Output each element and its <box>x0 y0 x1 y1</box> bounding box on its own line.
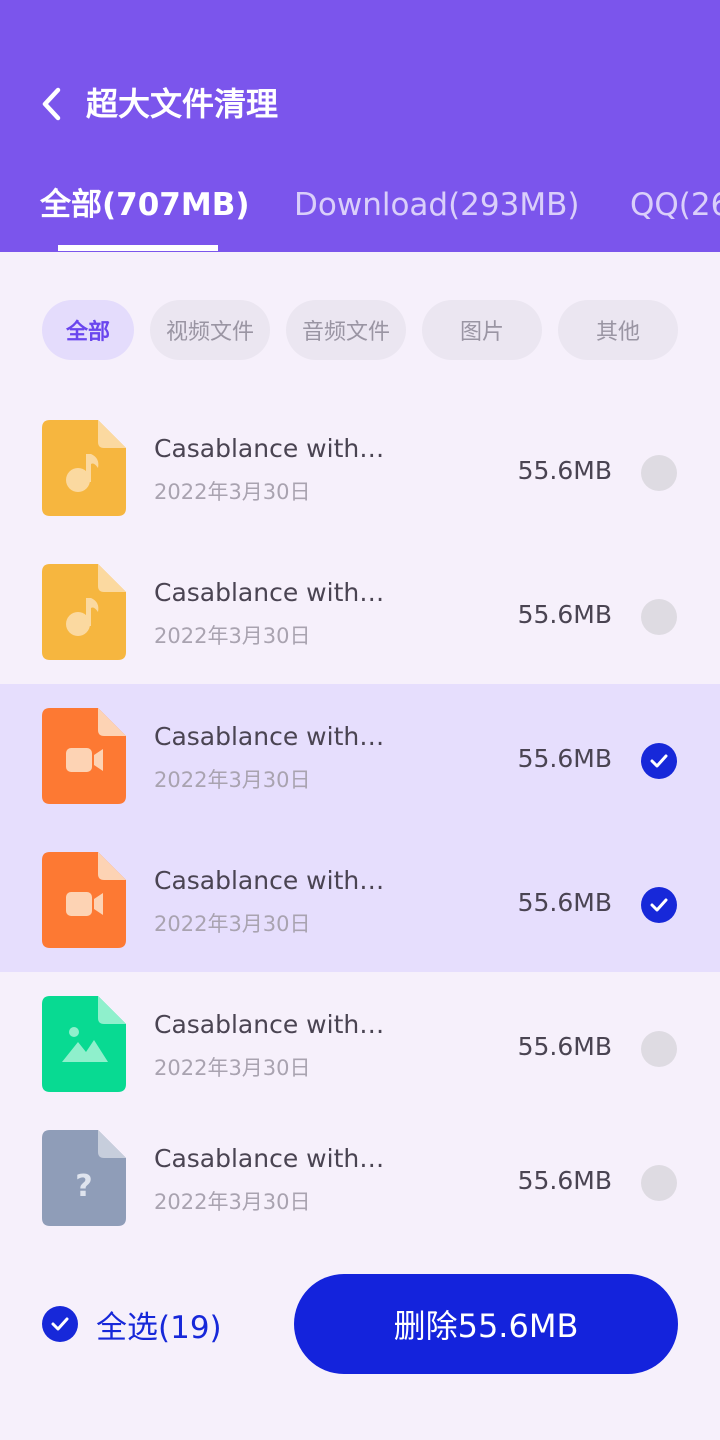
filter-chip-video[interactable]: 视频文件 <box>150 300 270 360</box>
file-checkbox[interactable] <box>641 599 677 635</box>
file-date: 2022年3月30日 <box>154 1056 311 1080</box>
checkmark-icon <box>51 1317 69 1331</box>
audio-file-icon <box>42 420 126 516</box>
tab-download[interactable]: Download(293MB) <box>294 176 579 234</box>
file-name: Casablance with… <box>154 1144 385 1173</box>
file-date: 2022年3月30日 <box>154 480 311 504</box>
file-name: Casablance with… <box>154 866 385 895</box>
file-size: 55.6MB <box>517 456 612 485</box>
page-title: 超大文件清理 <box>86 85 279 123</box>
file-checkbox[interactable] <box>641 887 677 923</box>
filter-chip-other[interactable]: 其他 <box>558 300 678 360</box>
video-file-icon <box>42 852 126 948</box>
file-row[interactable]: Casablance with… 2022年3月30日 55.6MB <box>0 540 720 684</box>
file-date: 2022年3月30日 <box>154 768 311 792</box>
file-date: 2022年3月30日 <box>154 1190 311 1214</box>
select-all-toggle[interactable]: 全选(19) <box>42 1300 222 1348</box>
back-button[interactable] <box>30 80 74 128</box>
select-all-label: 全选(19) <box>96 1309 222 1346</box>
checkmark-icon <box>650 754 668 768</box>
filter-chip-image[interactable]: 图片 <box>422 300 542 360</box>
file-size: 55.6MB <box>517 888 612 917</box>
file-size: 55.6MB <box>517 744 612 773</box>
file-date: 2022年3月30日 <box>154 624 311 648</box>
file-date: 2022年3月30日 <box>154 912 311 936</box>
file-row[interactable]: Casablance with… 2022年3月30日 55.6MB <box>0 396 720 540</box>
file-row[interactable]: Casablance with… 2022年3月30日 55.6MB <box>0 684 720 828</box>
app-header: 超大文件清理 全部(707MB) Download(293MB) QQ(26 <box>0 0 720 252</box>
tab-qq[interactable]: QQ(26 <box>630 176 720 234</box>
video-file-icon <box>42 708 126 804</box>
filter-chip-audio[interactable]: 音频文件 <box>286 300 406 360</box>
delete-button[interactable]: 删除55.6MB <box>294 1274 678 1374</box>
file-name: Casablance with… <box>154 1010 385 1039</box>
folder-tabs: 全部(707MB) Download(293MB) QQ(26 <box>0 176 720 252</box>
file-list: Casablance with… 2022年3月30日 55.6MB Casab… <box>0 396 720 1250</box>
select-all-check <box>42 1306 78 1342</box>
tab-all[interactable]: 全部(707MB) <box>40 176 250 234</box>
file-name: Casablance with… <box>154 722 385 751</box>
audio-file-icon <box>42 564 126 660</box>
active-tab-indicator <box>58 245 218 251</box>
bottom-action-bar: 全选(19) 删除55.6MB <box>0 1274 720 1374</box>
filter-chip-all[interactable]: 全部 <box>42 300 134 360</box>
file-size: 55.6MB <box>517 600 612 629</box>
checkmark-icon <box>650 898 668 912</box>
file-checkbox[interactable] <box>641 1031 677 1067</box>
file-row[interactable]: ? Casablance with… 2022年3月30日 55.6MB <box>0 1116 720 1250</box>
svg-text:?: ? <box>75 1169 92 1204</box>
file-checkbox[interactable] <box>641 455 677 491</box>
file-size: 55.6MB <box>517 1166 612 1195</box>
chevron-left-icon <box>42 87 61 121</box>
file-name: Casablance with… <box>154 434 385 463</box>
image-file-icon <box>42 996 126 1092</box>
file-size: 55.6MB <box>517 1032 612 1061</box>
file-name: Casablance with… <box>154 578 385 607</box>
file-checkbox[interactable] <box>641 743 677 779</box>
file-row[interactable]: Casablance with… 2022年3月30日 55.6MB <box>0 828 720 972</box>
file-checkbox[interactable] <box>641 1165 677 1201</box>
unknown-file-icon: ? <box>42 1130 126 1226</box>
file-row[interactable]: Casablance with… 2022年3月30日 55.6MB <box>0 972 720 1116</box>
filter-chips: 全部 视频文件 音频文件 图片 其他 <box>0 300 720 360</box>
